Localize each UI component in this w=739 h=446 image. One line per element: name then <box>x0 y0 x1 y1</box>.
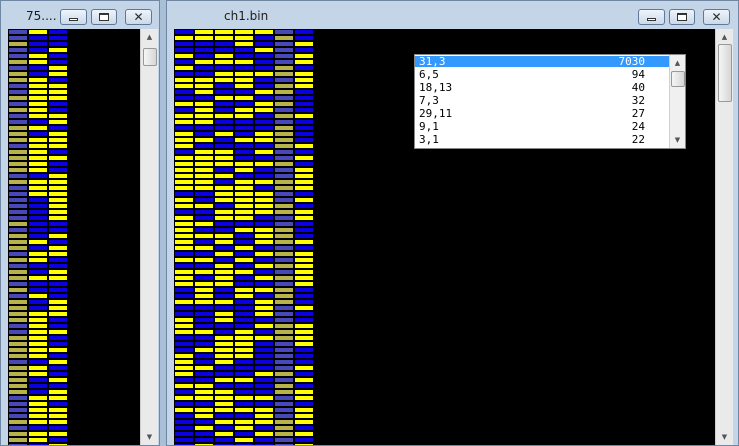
right-scrollbar[interactable]: ▲ ▼ <box>715 29 733 445</box>
right-minimize-button[interactable] <box>638 9 665 25</box>
left-bit-view[interactable] <box>8 29 141 445</box>
list-item-count: 27 <box>631 107 645 120</box>
left-close-button[interactable]: ✕ <box>125 9 152 25</box>
right-maximize-button[interactable] <box>669 9 695 25</box>
bit-cell <box>254 443 274 445</box>
left-maximize-button[interactable] <box>91 9 117 25</box>
list-item[interactable]: 18,13 40 <box>415 82 671 93</box>
list-item-key: 31,3 <box>419 55 446 68</box>
right-window-title: ch1.bin <box>224 9 269 23</box>
left-scrollbar[interactable]: ▲ ▼ <box>140 29 158 445</box>
list-item-count: 24 <box>631 120 645 133</box>
bit-cell <box>28 443 48 445</box>
right-window: ch1.bin ✕ 31,3 7030 6,5 94 18,13 40 7,3 … <box>166 0 739 446</box>
scroll-thumb[interactable] <box>143 48 157 66</box>
bit-cell <box>294 443 314 445</box>
bit-cell <box>8 443 28 445</box>
list-item[interactable]: 3,1 22 <box>415 134 671 145</box>
left-window-title: 75.... <box>26 9 57 23</box>
left-minimize-button[interactable] <box>60 9 87 25</box>
scroll-thumb[interactable] <box>718 44 732 102</box>
list-item[interactable]: 29,11 27 <box>415 108 671 119</box>
right-bit-view[interactable]: 31,3 7030 6,5 94 18,13 40 7,3 32 29,11 2… <box>174 29 716 445</box>
list-item-key: 29,11 <box>419 107 453 120</box>
list-item-key: 6,5 <box>419 68 439 81</box>
listbox-scrollbar[interactable]: ▲ ▼ <box>669 55 685 148</box>
list-item-count: 94 <box>631 68 645 81</box>
scroll-down-arrow-icon[interactable]: ▼ <box>670 132 685 148</box>
scroll-thumb[interactable] <box>671 71 685 87</box>
list-item-count: 40 <box>631 81 645 94</box>
left-window-titlebar[interactable]: 75.... ✕ <box>1 1 159 29</box>
scroll-up-arrow-icon[interactable]: ▲ <box>670 55 685 71</box>
list-item-count: 32 <box>631 94 645 107</box>
bit-cell <box>274 443 294 445</box>
maximize-icon <box>677 13 687 21</box>
maximize-icon <box>99 13 109 21</box>
list-item-key: 7,3 <box>419 94 439 107</box>
list-item[interactable]: 6,5 94 <box>415 69 671 80</box>
bit-cell <box>194 443 214 445</box>
close-icon: ✕ <box>133 10 144 24</box>
right-close-button[interactable]: ✕ <box>703 9 730 25</box>
list-item-count: 22 <box>631 133 645 146</box>
bit-cell <box>174 443 194 445</box>
frequency-listbox[interactable]: 31,3 7030 6,5 94 18,13 40 7,3 32 29,11 2… <box>414 54 686 149</box>
minimize-icon <box>647 18 656 21</box>
close-icon: ✕ <box>711 10 722 24</box>
list-item[interactable]: 7,3 32 <box>415 95 671 106</box>
left-window: 75.... ✕ ▲ ▼ <box>0 0 160 446</box>
bit-cell <box>234 443 254 445</box>
minimize-icon <box>69 18 78 21</box>
list-item-key: 18,13 <box>419 81 453 94</box>
list-item-count: 7030 <box>618 55 646 68</box>
list-item[interactable]: 9,1 24 <box>415 121 671 132</box>
right-window-titlebar[interactable]: ch1.bin ✕ <box>167 1 738 29</box>
list-item-key: 9,1 <box>419 120 439 133</box>
scroll-up-arrow-icon[interactable]: ▲ <box>716 29 733 45</box>
scroll-down-arrow-icon[interactable]: ▼ <box>141 429 158 445</box>
bit-cell <box>214 443 234 445</box>
scroll-up-arrow-icon[interactable]: ▲ <box>141 29 158 45</box>
scroll-down-arrow-icon[interactable]: ▼ <box>716 429 733 445</box>
list-item-key: 3,1 <box>419 133 439 146</box>
bit-cell <box>48 443 68 445</box>
list-item[interactable]: 31,3 7030 <box>415 56 671 67</box>
